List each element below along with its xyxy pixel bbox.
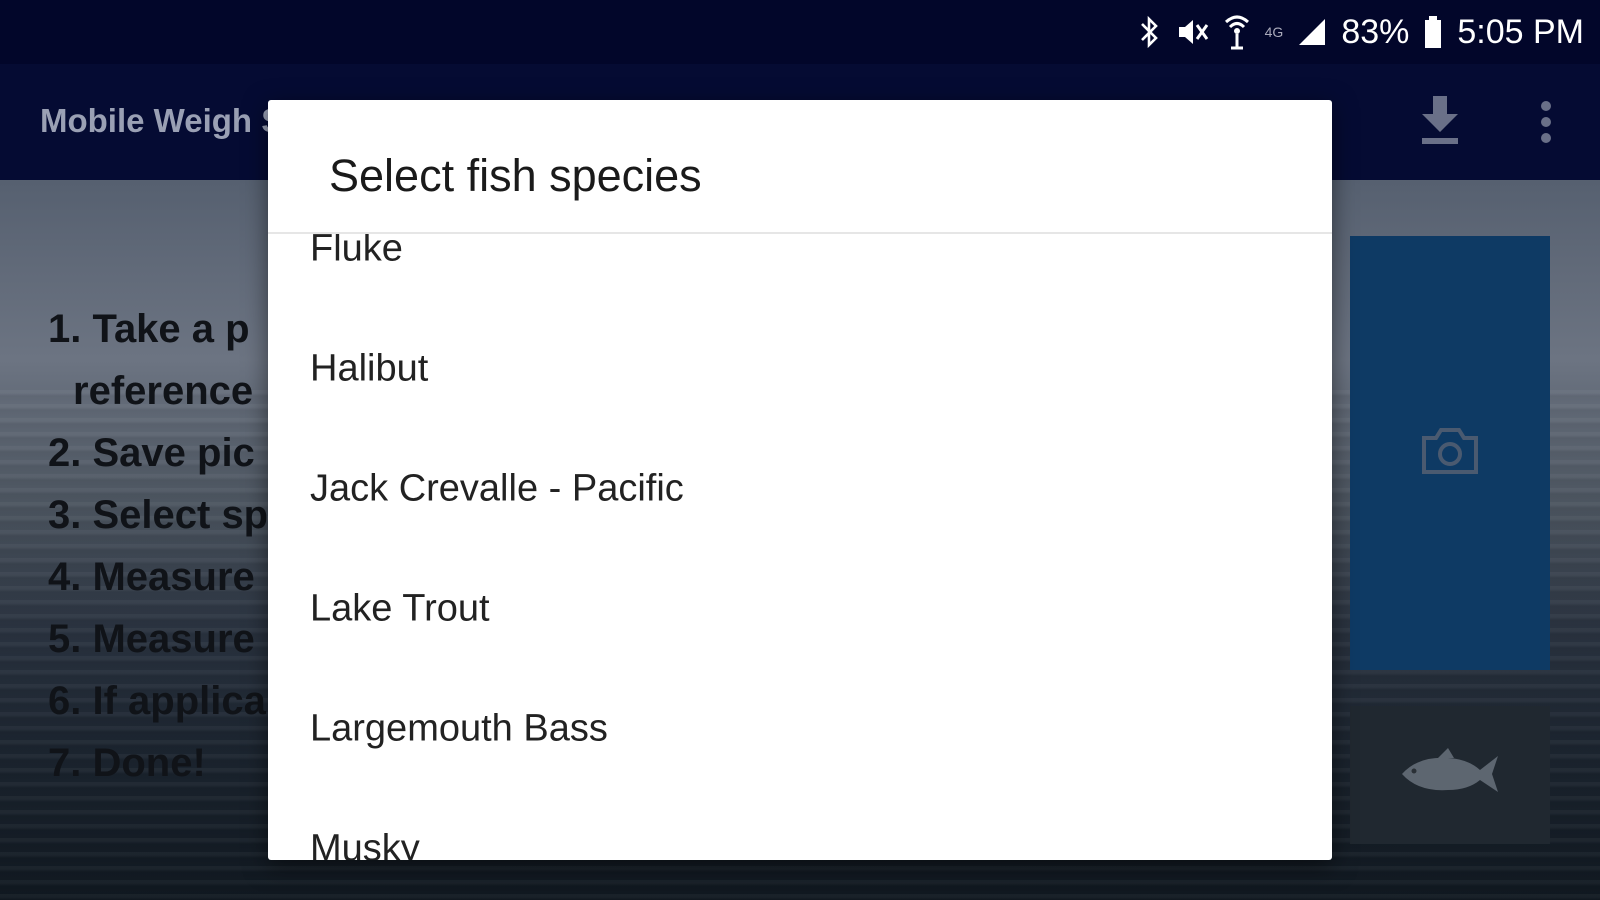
bluetooth-icon bbox=[1139, 15, 1161, 49]
mute-icon bbox=[1175, 15, 1209, 49]
network-label: 4G bbox=[1264, 24, 1284, 40]
species-item-lake-trout[interactable]: Lake Trout bbox=[268, 549, 1332, 669]
species-dialog: Select fish species Fluke Halibut Jack C… bbox=[268, 100, 1332, 860]
overflow-menu-button[interactable] bbox=[1530, 98, 1562, 148]
download-icon bbox=[1422, 96, 1458, 144]
species-label: Lake Trout bbox=[310, 587, 490, 630]
signal-icon bbox=[1297, 17, 1327, 47]
wifi-icon bbox=[1223, 14, 1251, 50]
fish-icon bbox=[1402, 748, 1498, 792]
battery-icon bbox=[1423, 15, 1443, 49]
download-button[interactable] bbox=[1416, 94, 1464, 150]
species-item-musky[interactable]: Musky bbox=[268, 789, 1332, 861]
clock: 5:05 PM bbox=[1457, 12, 1584, 51]
camera-icon bbox=[1422, 428, 1478, 474]
species-item-largemouth-bass[interactable]: Largemouth Bass bbox=[268, 669, 1332, 789]
network-icon: 4G bbox=[1265, 24, 1284, 40]
species-item-jack-crevalle-pacific[interactable]: Jack Crevalle - Pacific bbox=[268, 429, 1332, 549]
status-bar: 4G 83% 5:05 PM bbox=[0, 0, 1600, 64]
camera-button[interactable] bbox=[1350, 236, 1550, 670]
overflow-menu-icon bbox=[1541, 101, 1551, 143]
species-list[interactable]: Fluke Halibut Jack Crevalle - Pacific La… bbox=[268, 234, 1332, 860]
species-item-halibut[interactable]: Halibut bbox=[268, 309, 1332, 429]
species-label: Musky bbox=[310, 827, 420, 861]
fish-button[interactable] bbox=[1350, 706, 1550, 844]
species-label: Jack Crevalle - Pacific bbox=[310, 467, 684, 510]
app-title: Mobile Weigh S bbox=[40, 102, 284, 139]
dialog-title: Select fish species bbox=[329, 150, 702, 201]
battery-percent: 83% bbox=[1341, 12, 1410, 51]
species-item-fluke[interactable]: Fluke bbox=[268, 234, 1332, 309]
species-label: Fluke bbox=[310, 234, 403, 270]
species-label: Halibut bbox=[310, 347, 429, 390]
species-label: Largemouth Bass bbox=[310, 707, 608, 750]
